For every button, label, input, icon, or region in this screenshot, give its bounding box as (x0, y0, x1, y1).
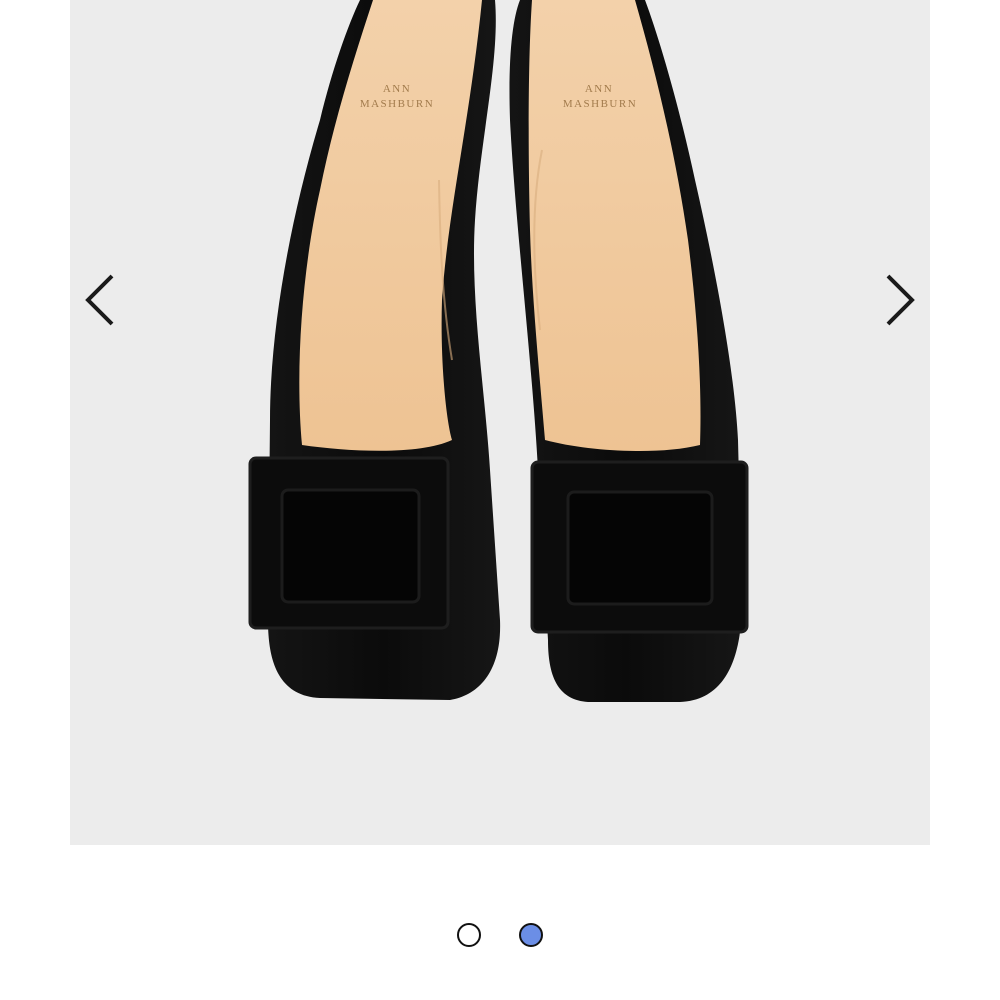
chevron-left-icon (85, 274, 114, 326)
slide-dot-2-active[interactable] (519, 923, 543, 947)
slide-dot-1[interactable] (457, 923, 481, 947)
shoe-brand-logo-line2-right: MASHBURN (563, 98, 637, 110)
chevron-right-icon (886, 274, 915, 326)
product-image[interactable]: ANN MASHBURN ANN MASHBURN (70, 0, 930, 845)
shoe-brand-logo-line2: MASHBURN (360, 98, 434, 110)
shoe-brand-logo-line1: ANN (383, 83, 411, 95)
next-image-button[interactable] (870, 268, 930, 332)
shoe-brand-logo-line1-right: ANN (585, 83, 613, 95)
slide-indicator (0, 920, 1000, 950)
left-shoe: ANN MASHBURN (248, 0, 501, 700)
previous-image-button[interactable] (70, 268, 130, 332)
right-shoe: ANN MASHBURN (509, 0, 749, 702)
product-image-gallery: ANN MASHBURN ANN MASHBURN (0, 0, 1000, 1000)
shoe-pair-illustration: ANN MASHBURN ANN MASHBURN (248, 0, 749, 702)
